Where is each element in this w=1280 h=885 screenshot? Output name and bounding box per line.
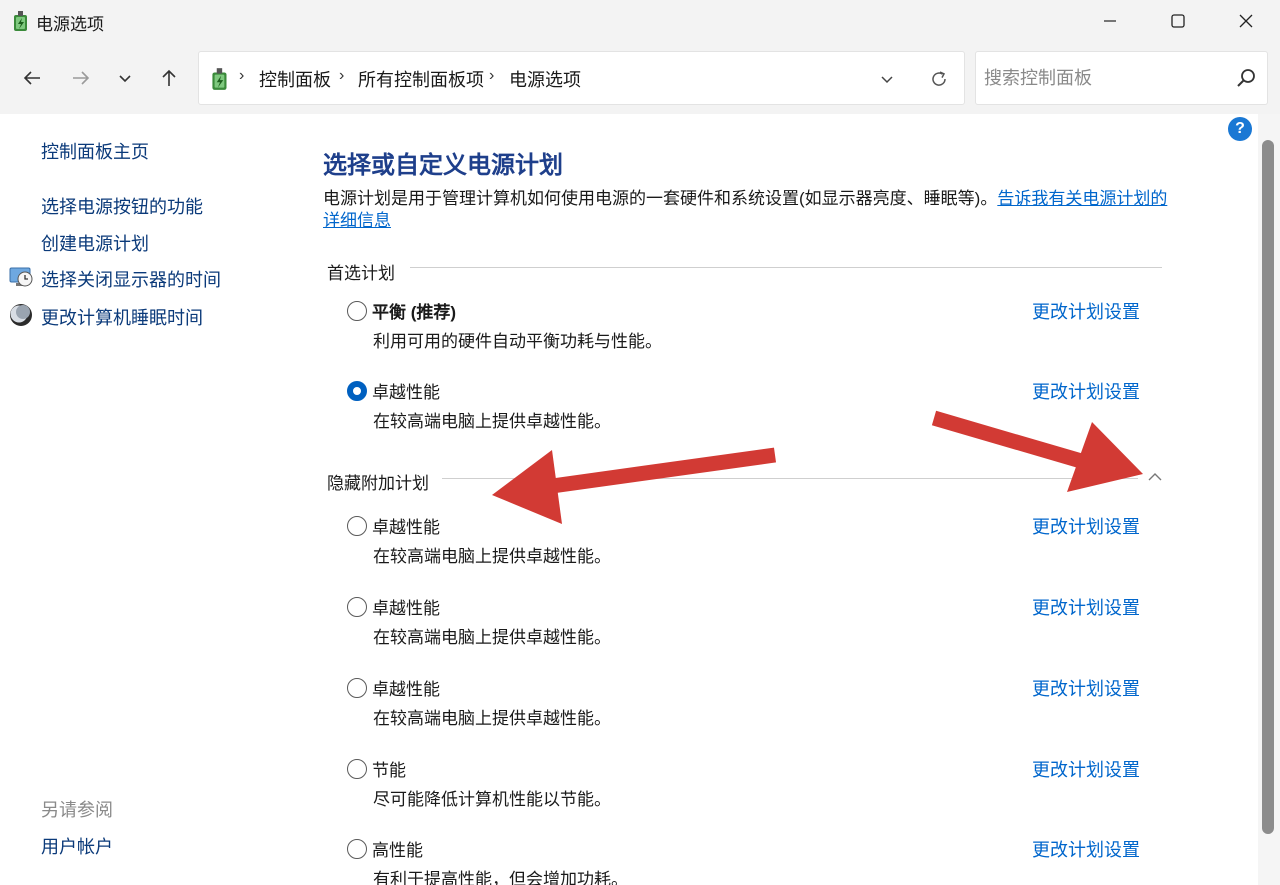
display-timeout-icon: [9, 267, 33, 287]
forward-arrow-icon: [73, 71, 90, 85]
scrollbar-thumb[interactable]: [1262, 140, 1274, 834]
right-annotation-arrow: [931, 410, 1143, 492]
change-plan-settings-link[interactable]: 更改计划设置: [1032, 675, 1140, 701]
breadcrumb-separator: ›: [239, 67, 245, 84]
search-input[interactable]: [984, 64, 1224, 92]
minimize-button[interactable]: [1076, 0, 1144, 42]
change-plan-settings-link[interactable]: 更改计划设置: [1032, 756, 1140, 782]
back-button[interactable]: [16, 62, 48, 94]
plan-radio-button[interactable]: [347, 516, 367, 536]
preferred-plans-divider: [410, 267, 1162, 268]
title-bar: 电源选项: [0, 0, 1280, 42]
hidden-plans-divider: [442, 478, 1138, 479]
up-button[interactable]: [153, 62, 185, 94]
hidden-plans-heading: 隐藏附加计划: [327, 474, 429, 493]
power-options-icon: [212, 68, 227, 90]
up-arrow-icon: [162, 69, 176, 86]
plan-radio-button[interactable]: [347, 597, 367, 617]
plan-name[interactable]: 卓越性能: [372, 675, 440, 700]
plan-description: 在较高端电脑上提供卓越性能。: [373, 412, 611, 431]
help-button[interactable]: ?: [1228, 117, 1252, 141]
plan-name[interactable]: 卓越性能: [372, 594, 440, 619]
breadcrumb-separator: ›: [489, 67, 495, 84]
plan-description: 尽可能降低计算机性能以节能。: [373, 790, 611, 809]
plan-radio-button[interactable]: [347, 381, 367, 401]
plan-radio-button[interactable]: [347, 678, 367, 698]
plan-radio-button[interactable]: [347, 759, 367, 779]
breadcrumb-all-items[interactable]: 所有控制面板项: [358, 66, 484, 92]
window-title: 电源选项: [36, 15, 104, 34]
refresh-button[interactable]: [925, 65, 953, 93]
address-bar[interactable]: › 控制面板 › 所有控制面板项 › 电源选项: [198, 51, 965, 105]
plan-name[interactable]: 平衡 (推荐): [372, 298, 456, 323]
sidebar-display-timeout-link[interactable]: 选择关闭显示器的时间: [41, 266, 221, 292]
plan-radio-button[interactable]: [347, 301, 367, 321]
plan-description: 有利于提高性能，但会增加功耗。: [373, 870, 628, 885]
sidebar-power-button-link[interactable]: 选择电源按钮的功能: [41, 193, 203, 219]
preferred-plans-heading: 首选计划: [327, 264, 395, 283]
description-text: 电源计划是用于管理计算机如何使用电源的一套硬件和系统设置(如显示器亮度、睡眠等)…: [323, 189, 998, 208]
recent-locations-button[interactable]: [109, 62, 141, 94]
close-icon: [1239, 14, 1253, 28]
close-button[interactable]: [1212, 0, 1280, 42]
back-arrow-icon: [23, 71, 40, 85]
see-also-heading: 另请参阅: [41, 800, 113, 820]
plan-name[interactable]: 节能: [372, 756, 406, 781]
plan-radio-button[interactable]: [347, 839, 367, 859]
sidebar-sleep-time-link[interactable]: 更改计算机睡眠时间: [41, 304, 203, 330]
power-options-icon: [14, 11, 27, 31]
change-plan-settings-link[interactable]: 更改计划设置: [1032, 594, 1140, 620]
plan-description: 利用可用的硬件自动平衡功耗与性能。: [373, 332, 662, 351]
maximize-icon: [1171, 14, 1185, 28]
annotation-arrows: [492, 410, 1143, 524]
breadcrumb-control-panel[interactable]: 控制面板: [259, 66, 331, 92]
plan-description: 在较高端电脑上提供卓越性能。: [373, 628, 611, 647]
address-history-button[interactable]: [873, 66, 901, 92]
plan-description: 在较高端电脑上提供卓越性能。: [373, 547, 611, 566]
sidebar-home-link[interactable]: 控制面板主页: [41, 138, 149, 164]
sleep-moon-icon: [10, 304, 32, 326]
plan-name[interactable]: 卓越性能: [372, 378, 440, 403]
change-plan-settings-link[interactable]: 更改计划设置: [1032, 513, 1140, 539]
plan-name[interactable]: 高性能: [372, 836, 423, 861]
page-title: 选择或自定义电源计划: [323, 152, 563, 179]
chevron-down-icon: [881, 76, 893, 84]
forward-button[interactable]: [65, 62, 97, 94]
search-icon: [1237, 69, 1255, 87]
search-box[interactable]: [975, 51, 1268, 105]
page-description: 电源计划是用于管理计算机如何使用电源的一套硬件和系统设置(如显示器亮度、睡眠等)…: [323, 188, 1168, 232]
change-plan-settings-link[interactable]: 更改计划设置: [1032, 836, 1140, 862]
maximize-button[interactable]: [1144, 0, 1212, 42]
breadcrumb-power-options[interactable]: 电源选项: [509, 66, 581, 92]
navigation-bar: › 控制面板 › 所有控制面板项 › 电源选项: [0, 42, 1280, 114]
plan-description: 在较高端电脑上提供卓越性能。: [373, 709, 611, 728]
sidebar-user-accounts-link[interactable]: 用户帐户: [41, 833, 113, 859]
chevron-down-icon: [119, 75, 131, 83]
left-annotation-arrow: [492, 447, 777, 524]
collapse-chevron-up-icon[interactable]: [1146, 470, 1164, 484]
plan-name[interactable]: 卓越性能: [372, 513, 440, 538]
refresh-icon: [932, 71, 946, 86]
sidebar-create-plan-link[interactable]: 创建电源计划: [41, 230, 149, 256]
change-plan-settings-link[interactable]: 更改计划设置: [1032, 298, 1140, 324]
change-plan-settings-link[interactable]: 更改计划设置: [1032, 378, 1140, 404]
minimize-icon: [1104, 20, 1116, 22]
breadcrumb-separator: ›: [339, 67, 345, 84]
